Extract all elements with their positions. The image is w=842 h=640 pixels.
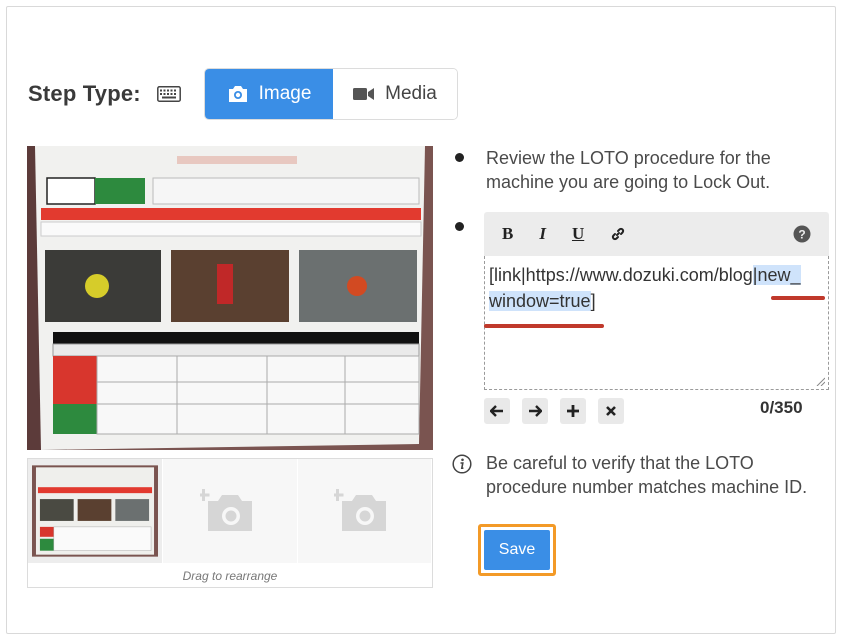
editor-text-part2: ] [590, 291, 596, 311]
add-image-slot-2[interactable] [163, 459, 298, 563]
add-photo-icon [334, 489, 387, 531]
loto-procedure-thumbnail [32, 465, 158, 557]
bullet-line-1[interactable]: Review the LOTO procedure for the machin… [486, 146, 771, 194]
bullet-marker-2 [455, 222, 464, 231]
bullet-line-1-text-a: Review the LOTO procedure for the [486, 148, 771, 168]
line-textarea[interactable]: [link|https://www.dozuki.com/blog|new_wi… [484, 256, 829, 390]
info-icon [452, 454, 472, 474]
link-icon[interactable] [610, 226, 626, 242]
svg-text:?: ? [798, 228, 805, 242]
thumbnail-strip: Drag to rearrange [27, 458, 433, 588]
plus-icon [567, 405, 579, 417]
bullet-marker-1 [455, 153, 464, 162]
italic-button[interactable]: I [539, 224, 546, 244]
editor-toolbar: B I U ? [484, 212, 829, 256]
save-button[interactable]: Save [484, 530, 550, 570]
info-line-text-b: procedure number matches machine ID. [486, 477, 808, 497]
media-type-button[interactable]: Media [333, 69, 457, 119]
add-line-button[interactable] [560, 398, 586, 424]
editor-highlight-2: window=true [489, 291, 591, 311]
resize-grip-icon[interactable] [815, 376, 825, 386]
main-step-image[interactable] [27, 146, 433, 450]
bold-button[interactable]: B [502, 224, 513, 244]
indent-button[interactable] [522, 398, 548, 424]
image-type-label: Image [258, 83, 312, 104]
drag-hint: Drag to rearrange [182, 569, 278, 583]
annotation-underline-2 [484, 324, 604, 328]
arrow-right-icon [529, 405, 542, 417]
line-editor: B I U ? [link|https://www.dozuki.com/blo… [484, 212, 829, 390]
delete-line-button[interactable] [598, 398, 624, 424]
arrow-left-icon [490, 405, 503, 417]
info-line[interactable]: Be careful to verify that the LOTO proce… [486, 451, 807, 499]
media-type-label: Media [385, 83, 437, 104]
editor-text-part1: [link|https://www.dozuki.com/blog [489, 265, 753, 285]
add-photo-icon [199, 489, 252, 531]
bullet-line-1-text-b: machine you are going to Lock Out. [486, 172, 771, 192]
help-icon[interactable]: ? [793, 225, 811, 243]
editor-highlight-1: |new_ [752, 265, 801, 285]
image-type-button[interactable]: Image [205, 69, 333, 119]
annotation-underline-1 [771, 296, 825, 300]
thumbnail-1[interactable] [28, 459, 163, 563]
close-icon [606, 406, 616, 416]
camera-icon [228, 86, 247, 102]
info-line-text-a: Be careful to verify that the LOTO [486, 453, 754, 473]
outdent-button[interactable] [484, 398, 510, 424]
add-image-slot-3[interactable] [297, 459, 432, 563]
step-type-label: Step Type: [28, 81, 141, 106]
step-type-toggle: Image Media [204, 68, 458, 120]
character-counter: 0/350 [760, 398, 803, 417]
underline-button[interactable]: U [572, 224, 584, 244]
step-type-bar: Step Type: Image Media [28, 68, 458, 120]
loto-procedure-photo [27, 146, 433, 450]
video-icon [353, 88, 375, 100]
keyboard-icon[interactable] [156, 86, 181, 102]
